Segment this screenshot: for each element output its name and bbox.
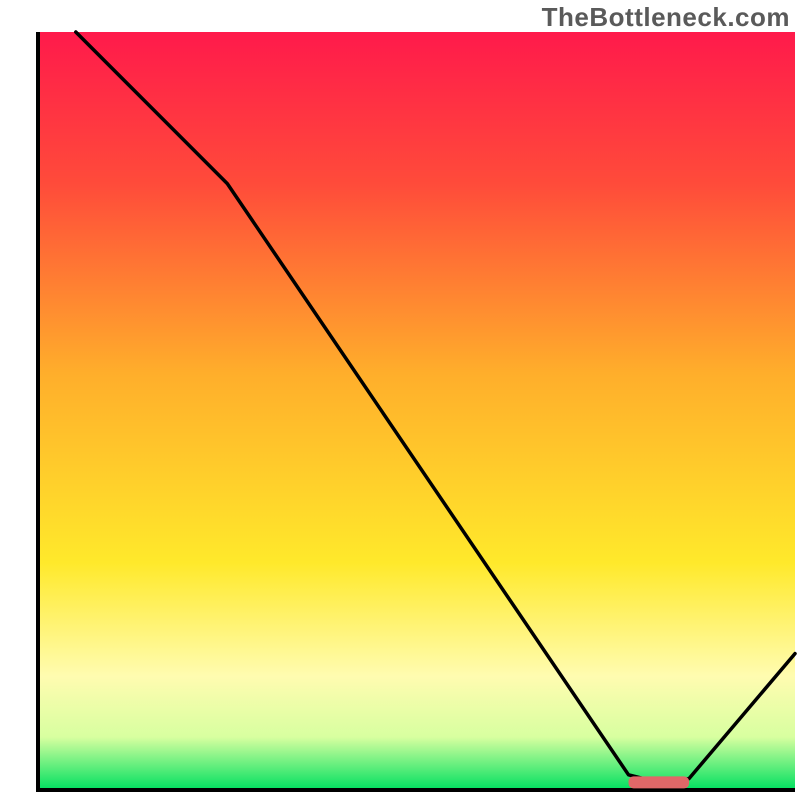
gradient-background bbox=[38, 32, 795, 790]
chart-container: TheBottleneck.com bbox=[0, 0, 800, 800]
watermark-text: TheBottleneck.com bbox=[542, 2, 790, 33]
bottleneck-chart bbox=[0, 0, 800, 800]
optimal-marker bbox=[629, 776, 690, 788]
